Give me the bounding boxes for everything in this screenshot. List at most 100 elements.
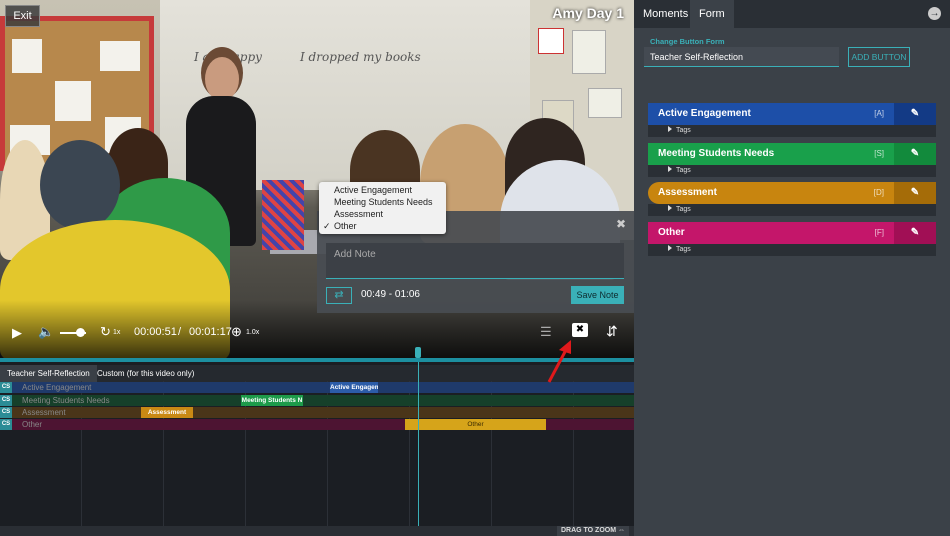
pencil-icon: ✎ — [910, 227, 920, 238]
category-button[interactable]: Meeting Students Needs [S] ✎ — [648, 143, 936, 165]
pencil-icon: ✎ — [910, 148, 920, 159]
video-title: Amy Day 1 — [552, 5, 624, 21]
timeline-segment[interactable]: Assessment — [141, 407, 193, 418]
menu-item-label: Other — [334, 221, 357, 231]
change-form-label: Change Button Form — [650, 37, 725, 46]
menu-item-label: Meeting Students Needs — [334, 197, 433, 207]
close-icon[interactable]: ✖ — [616, 217, 626, 231]
side-panel: Moments Form → Change Button Form Teache… — [634, 0, 950, 536]
timeline-footer: DRAG TO ZOOM ⇔ — [0, 526, 634, 536]
timeline-row-other: CS Other Other — [0, 419, 634, 431]
note-time-range: 00:49 - 01:06 — [361, 289, 420, 300]
menu-item-meeting-students-needs[interactable]: Meeting Students Needs — [319, 196, 446, 208]
tags-label: Tags — [676, 167, 691, 174]
zoom-icon[interactable]: ⊕ — [231, 324, 242, 340]
save-note-button[interactable]: Save Note — [571, 286, 624, 304]
menu-item-label: Active Engagement — [334, 185, 413, 195]
tab-moments[interactable]: Moments — [634, 0, 697, 28]
replay-icon[interactable]: ↻ — [100, 324, 111, 340]
panel-tabs: Moments Form → — [634, 0, 950, 28]
timeline-segment[interactable]: Meeting Students N — [241, 395, 303, 406]
shortcut-key: [F] — [874, 228, 884, 237]
cs-badge: CS — [0, 395, 12, 406]
whiteboard-text: I dropped my books — [300, 50, 421, 64]
note-close-icon[interactable]: ✖ — [572, 323, 588, 337]
caret-right-icon — [668, 126, 672, 132]
timeline-segment[interactable]: Other — [405, 419, 546, 430]
shortcut-key: [A] — [874, 109, 884, 118]
row-label: Other — [22, 420, 43, 429]
tags-toggle[interactable]: Tags — [648, 165, 936, 177]
category-button[interactable]: Active Engagement [A] ✎ — [648, 103, 936, 125]
row-label: Assessment — [22, 408, 66, 417]
volume-icon[interactable]: 🔈 — [38, 324, 54, 340]
tab-teacher-self-reflection[interactable]: Teacher Self-Reflection — [0, 365, 97, 382]
row-label: Meeting Students Needs — [22, 396, 110, 405]
category-assessment: Assessment [D] ✎ Tags — [648, 182, 936, 216]
app-window: I am happy I dropped my books Exit Amy D… — [0, 0, 950, 536]
exit-button[interactable]: Exit — [5, 5, 40, 27]
caret-right-icon — [668, 245, 672, 251]
play-icon[interactable]: ▶ — [12, 325, 22, 341]
form-select[interactable]: Teacher Self-Reflection — [644, 47, 839, 67]
video-player[interactable]: I am happy I dropped my books Exit Amy D… — [0, 0, 634, 358]
tags-label: Tags — [676, 206, 691, 213]
timeline[interactable]: Teacher Self-Reflection Custom (for this… — [0, 362, 634, 536]
edit-category-button[interactable]: ✎ — [894, 222, 936, 244]
cs-badge: CS — [0, 407, 12, 418]
edit-category-button[interactable]: ✎ — [894, 143, 936, 165]
edit-category-button[interactable]: ✎ — [894, 182, 936, 204]
tags-label: Tags — [676, 127, 691, 134]
timeline-row-assessment: CS Assessment Assessment — [0, 407, 634, 419]
zoom-label: 1.0x — [246, 329, 260, 336]
time-separator: / — [178, 326, 182, 338]
add-button[interactable]: ADD BUTTON — [848, 47, 910, 67]
cs-badge: CS — [0, 419, 12, 430]
timeline-tabs: Teacher Self-Reflection Custom (for this… — [0, 365, 634, 382]
tags-toggle[interactable]: Tags — [648, 125, 936, 137]
row-background — [0, 382, 634, 393]
menu-item-other[interactable]: ✓ Other — [319, 220, 446, 232]
student — [40, 140, 120, 230]
menu-item-label: Assessment — [334, 209, 384, 219]
layout-icon[interactable]: ⇵ — [606, 323, 618, 340]
speed-label[interactable]: 1x — [113, 329, 120, 336]
edit-category-button[interactable]: ✎ — [894, 103, 936, 125]
check-icon: ✓ — [323, 221, 331, 231]
row-background — [0, 407, 634, 418]
tags-toggle[interactable]: Tags — [648, 204, 936, 216]
category-button[interactable]: Assessment [D] ✎ — [648, 182, 936, 204]
category-label: Assessment — [658, 187, 717, 198]
tab-form[interactable]: Form — [690, 0, 734, 28]
tags-toggle[interactable]: Tags — [648, 244, 936, 256]
menu-item-assessment[interactable]: Assessment — [319, 208, 446, 220]
loop-button[interactable]: ⇄ — [326, 287, 352, 304]
category-dropdown[interactable]: Active Engagement Meeting Students Needs… — [319, 182, 446, 234]
drag-to-zoom-handle[interactable]: DRAG TO ZOOM ⇔ — [556, 526, 629, 536]
timeline-row-active-engagement: CS Active Engagement Active Engagem — [0, 382, 634, 394]
category-meeting-students-needs: Meeting Students Needs [S] ✎ Tags — [648, 143, 936, 177]
pencil-icon: ✎ — [910, 108, 920, 119]
shortcut-key: [D] — [873, 188, 884, 197]
timeline-row-meeting-students-needs: CS Meeting Students Needs Meeting Studen… — [0, 395, 634, 407]
caret-right-icon — [668, 166, 672, 172]
note-input[interactable]: Add Note — [326, 243, 624, 279]
volume-knob[interactable] — [76, 328, 85, 337]
loop-icon: ⇄ — [334, 289, 344, 301]
tags-label: Tags — [676, 246, 691, 253]
menu-item-active-engagement[interactable]: Active Engagement — [319, 184, 446, 196]
current-time: 00:00:51 — [134, 326, 177, 338]
category-active-engagement: Active Engagement [A] ✎ Tags — [648, 103, 936, 137]
annotation-arrow-icon — [547, 340, 571, 383]
category-label: Meeting Students Needs — [658, 148, 775, 159]
tab-custom[interactable]: Custom (for this video only) — [90, 365, 201, 382]
timeline-segment[interactable]: Active Engagem — [330, 382, 378, 393]
category-label: Active Engagement — [658, 108, 751, 119]
poster — [262, 180, 304, 250]
timeline-playhead[interactable] — [418, 362, 419, 526]
category-other: Other [F] ✎ Tags — [648, 222, 936, 256]
category-button[interactable]: Other [F] ✎ — [648, 222, 936, 244]
caret-right-icon — [668, 205, 672, 211]
arrow-right-icon[interactable]: → — [928, 7, 941, 20]
cs-badge: CS — [0, 382, 12, 393]
